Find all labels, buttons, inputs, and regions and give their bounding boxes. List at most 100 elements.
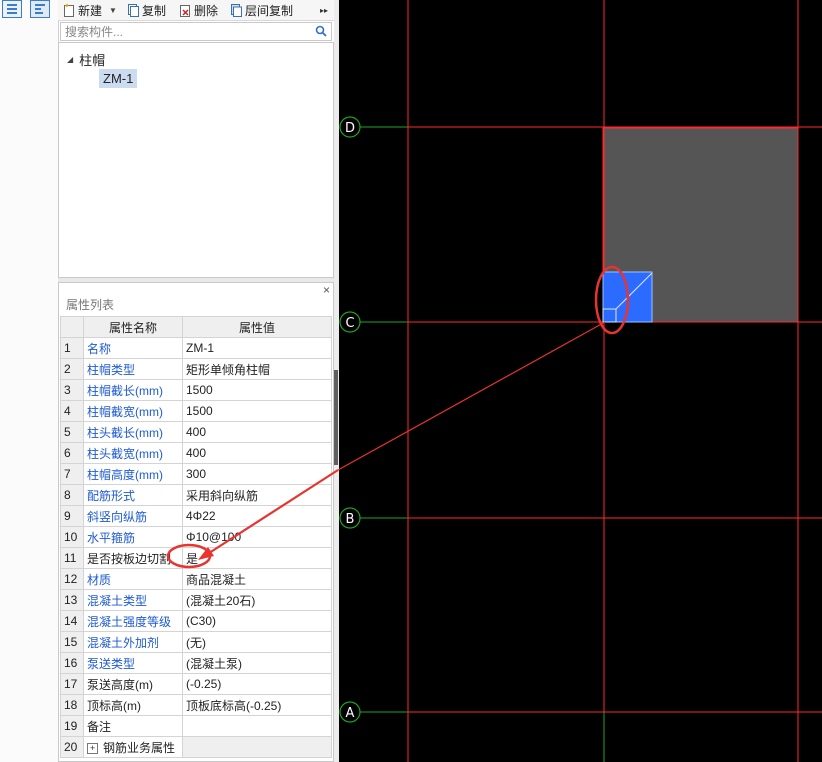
property-row[interactable]: 18 顶标高(m) 顶板底标高(-0.25) (60, 694, 332, 716)
property-name: 备注 (83, 715, 183, 737)
property-row[interactable]: 8 配筋形式 采用斜向纵筋 (60, 484, 332, 506)
header-index (60, 316, 84, 338)
property-row[interactable]: 6 柱头截宽(mm) 400 (60, 442, 332, 464)
delete-icon (180, 4, 191, 17)
property-row[interactable]: 10 水平箍筋 Φ10@100 (60, 526, 332, 548)
property-row[interactable]: 7 柱帽高度(mm) 300 (60, 463, 332, 485)
property-value[interactable]: ZM-1 (182, 337, 332, 359)
header-value: 属性值 (182, 316, 332, 338)
property-row[interactable]: 12 材质 商品混凝土 (60, 568, 332, 590)
property-row[interactable]: 20 + 钢筋业务属性 (60, 736, 332, 758)
property-value[interactable]: 300 (182, 463, 332, 485)
property-row[interactable]: 14 混凝土强度等级 (C30) (60, 610, 332, 632)
property-name-text: 钢筋业务属性 (103, 740, 176, 755)
property-name: 柱头截长(mm) (83, 421, 183, 443)
row-index: 1 (60, 337, 84, 359)
property-row[interactable]: 9 斜竖向纵筋 4Φ22 (60, 505, 332, 527)
drawing-canvas[interactable]: D C B A (339, 0, 822, 762)
property-row[interactable]: 17 泵送高度(m) (-0.25) (60, 673, 332, 695)
row-index: 15 (60, 631, 84, 653)
property-panel: × 属性列表 属性名称 属性值 1 名称 ZM-1 2 柱帽类型 矩形单倾角柱帽 3 柱帽截长… (58, 282, 334, 762)
property-row[interactable]: 5 柱头截长(mm) 400 (60, 421, 332, 443)
property-value[interactable] (182, 736, 332, 758)
property-value[interactable]: (-0.25) (182, 673, 332, 695)
expand-plus-icon[interactable]: + (87, 742, 98, 754)
property-row[interactable]: 13 混凝土类型 (混凝土20石) (60, 589, 332, 611)
property-value[interactable]: (混凝土20石) (182, 589, 332, 611)
list-view-button[interactable] (2, 0, 22, 18)
new-button[interactable]: 新建 ▼ (64, 1, 117, 19)
row-index: 2 (60, 358, 84, 380)
toolbar-overflow-icon[interactable]: ▸▸ (320, 1, 328, 19)
property-name: 顶标高(m) (83, 694, 183, 716)
property-name: 配筋形式 (83, 484, 183, 506)
delete-label: 删除 (194, 3, 219, 18)
property-row[interactable]: 2 柱帽类型 矩形单倾角柱帽 (60, 358, 332, 380)
splitter-handle[interactable] (334, 370, 338, 465)
close-icon[interactable]: × (323, 283, 330, 297)
property-row[interactable]: 15 混凝土外加剂 (无) (60, 631, 332, 653)
property-value[interactable]: 顶板底标高(-0.25) (182, 694, 332, 716)
component-toolbar: 新建 ▼ 复制 删除 层间复制 ▸▸ (58, 0, 335, 21)
copy-icon (128, 3, 139, 17)
detail-view-button[interactable] (30, 0, 50, 18)
left-icon-strip (0, 0, 59, 762)
row-index: 5 (60, 421, 84, 443)
property-value[interactable]: 400 (182, 421, 332, 443)
property-row[interactable]: 3 柱帽截长(mm) 1500 (60, 379, 332, 401)
search-icon[interactable] (315, 25, 327, 40)
row-index: 16 (60, 652, 84, 674)
property-name: 柱帽截长(mm) (83, 379, 183, 401)
tree-node-column-cap[interactable]: ◢ 柱帽 (67, 50, 105, 69)
row-index: 10 (60, 526, 84, 548)
property-row[interactable]: 11 是否按板边切割是 (60, 547, 332, 569)
property-value[interactable]: 4Φ22 (182, 505, 332, 527)
property-row[interactable]: 16 泵送类型 (混凝土泵) (60, 652, 332, 674)
copy-label: 复制 (142, 3, 167, 18)
property-name: 柱帽类型 (83, 358, 183, 380)
property-value[interactable]: 1500 (182, 379, 332, 401)
axis-label-b: B (346, 512, 355, 527)
property-name: 泵送高度(m) (83, 673, 183, 695)
property-name: + 钢筋业务属性 (83, 736, 183, 758)
row-index: 6 (60, 442, 84, 464)
drawing-svg: D C B A (339, 0, 822, 762)
property-value[interactable] (182, 715, 332, 737)
property-name: 混凝土类型 (83, 589, 183, 611)
property-value[interactable]: (C30) (182, 610, 332, 632)
property-name: 名称 (83, 337, 183, 359)
row-index: 3 (60, 379, 84, 401)
row-index: 19 (60, 715, 84, 737)
copy-button[interactable]: 复制 (128, 1, 166, 19)
property-row[interactable]: 19 备注 (60, 715, 332, 737)
new-document-icon (64, 3, 75, 17)
property-value[interactable]: 是 (182, 547, 332, 569)
row-index: 9 (60, 505, 84, 527)
property-row[interactable]: 4 柱帽截宽(mm) 1500 (60, 400, 332, 422)
property-value[interactable]: 商品混凝土 (182, 568, 332, 590)
search-input[interactable] (61, 23, 305, 40)
floor-copy-icon (231, 3, 242, 17)
tree-node-zm1[interactable]: ZM-1 (99, 69, 138, 88)
property-value[interactable]: Φ10@100 (182, 526, 332, 548)
property-name: 材质 (83, 568, 183, 590)
property-value[interactable]: (无) (182, 631, 332, 653)
property-value[interactable]: 矩形单倾角柱帽 (182, 358, 332, 380)
tree-node-label: 柱帽 (79, 53, 106, 68)
property-name: 柱帽截宽(mm) (83, 400, 183, 422)
floor-copy-button[interactable]: 层间复制 (231, 1, 293, 19)
property-value[interactable]: 采用斜向纵筋 (182, 484, 332, 506)
property-name: 柱帽高度(mm) (83, 463, 183, 485)
collapse-triangle-icon[interactable]: ◢ (67, 55, 73, 64)
property-value[interactable]: 400 (182, 442, 332, 464)
property-value[interactable]: 1500 (182, 400, 332, 422)
delete-button[interactable]: 删除 (180, 1, 218, 19)
row-index: 11 (60, 547, 84, 569)
property-row[interactable]: 1 名称 ZM-1 (60, 337, 332, 359)
property-value[interactable]: (混凝土泵) (182, 652, 332, 674)
axis-label-d: D (345, 121, 355, 136)
dropdown-arrow-icon[interactable]: ▼ (109, 6, 117, 15)
property-name: 混凝土外加剂 (83, 631, 183, 653)
header-name: 属性名称 (83, 316, 183, 338)
row-index: 4 (60, 400, 84, 422)
